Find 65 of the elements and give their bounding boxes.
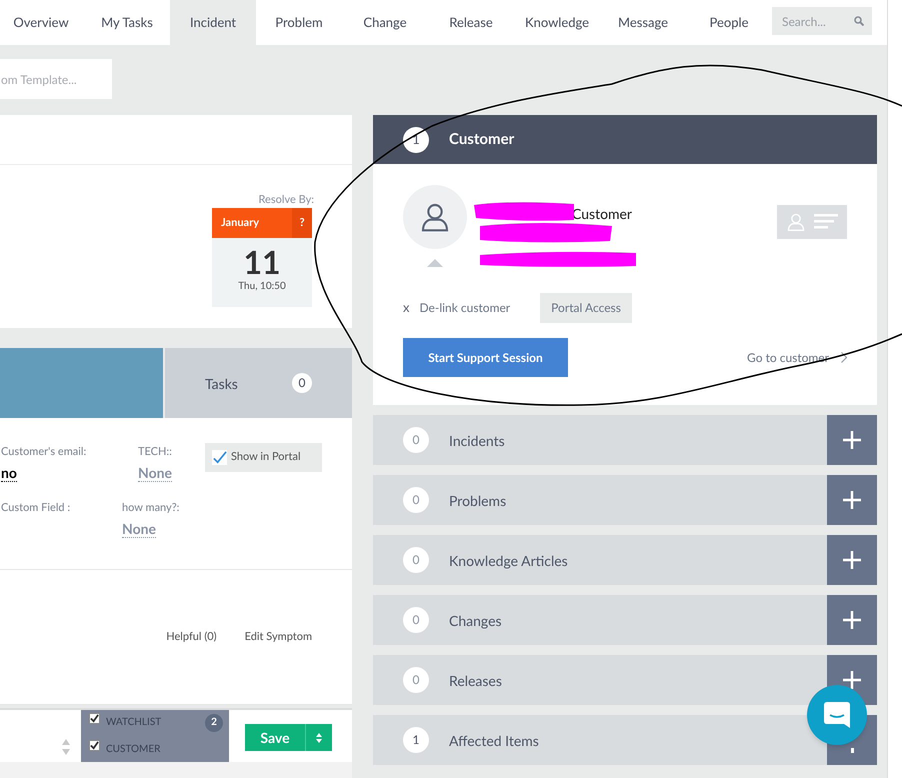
count-badge: 0 bbox=[403, 487, 429, 513]
count-badge: 0 bbox=[403, 547, 429, 573]
pointer-icon bbox=[427, 259, 443, 267]
section-title: Problems bbox=[449, 490, 506, 510]
search-field[interactable]: Search... bbox=[772, 7, 872, 35]
related-section[interactable]: 0 Knowledge Articles bbox=[373, 535, 877, 585]
symptom-link[interactable]: Edit Symptom bbox=[244, 628, 312, 646]
day-number: 11 bbox=[242, 244, 282, 280]
count-badge: 0 bbox=[292, 373, 312, 393]
field-label: TECH:: bbox=[138, 445, 173, 459]
section-title: Incidents bbox=[449, 430, 505, 450]
chat-icon bbox=[824, 702, 850, 728]
due-time: Thu, 10:50 bbox=[237, 280, 287, 292]
portal-access-button[interactable]: Portal Access bbox=[540, 293, 632, 323]
add-button[interactable] bbox=[827, 475, 877, 525]
month-label: January bbox=[220, 214, 260, 231]
chevron-right-icon bbox=[841, 352, 847, 363]
related-section[interactable]: 1 Affected Items bbox=[373, 715, 877, 765]
template-field[interactable]: om Template... bbox=[0, 59, 112, 99]
sort-icon bbox=[62, 739, 70, 755]
save-options-button[interactable] bbox=[305, 724, 332, 751]
related-section[interactable]: 0 Incidents bbox=[373, 415, 877, 465]
related-section[interactable]: 0 Changes bbox=[373, 595, 877, 645]
count-badge: 0 bbox=[403, 427, 429, 453]
count-badge: 0 bbox=[403, 607, 429, 633]
field-label: Custom Field : bbox=[1, 501, 72, 515]
count-badge: 0 bbox=[403, 667, 429, 693]
count-badge: 1 bbox=[403, 126, 429, 152]
add-button[interactable] bbox=[827, 415, 877, 465]
section-title: Changes bbox=[449, 610, 502, 630]
section-title: Affected Items bbox=[449, 730, 539, 750]
customer-name: Customer bbox=[572, 204, 632, 224]
field-value[interactable]: None bbox=[138, 465, 172, 482]
field-label: Customer's email: bbox=[1, 445, 88, 459]
person-icon bbox=[419, 201, 451, 233]
delink-link[interactable]: De-link customer bbox=[419, 299, 510, 317]
add-button[interactable] bbox=[827, 595, 877, 645]
related-section[interactable]: 0 Releases bbox=[373, 655, 877, 705]
person-icon bbox=[786, 211, 806, 233]
resolve-label: Resolve By: bbox=[258, 193, 314, 207]
field-label: how many?: bbox=[122, 501, 180, 515]
go-to-customer-link[interactable]: Go to customer bbox=[747, 348, 829, 366]
help-mark[interactable]: ? bbox=[292, 208, 312, 238]
related-section[interactable]: 0 Problems bbox=[373, 475, 877, 525]
support-session-button[interactable]: Start Support Session bbox=[403, 338, 568, 377]
count-badge: 1 bbox=[403, 727, 429, 753]
section-title: Customer bbox=[449, 129, 514, 150]
field-value[interactable]: no bbox=[1, 465, 17, 482]
portal-checkbox[interactable]: Show in Portal bbox=[205, 443, 322, 472]
caret-icon bbox=[316, 732, 322, 742]
list-checkbox[interactable] bbox=[89, 740, 100, 751]
nav-tab[interactable]: Incident bbox=[170, 0, 256, 45]
lines-icon bbox=[814, 214, 838, 230]
list-option[interactable]: WATCHLIST 2 bbox=[81, 710, 229, 735]
count-badge: 2 bbox=[205, 714, 223, 732]
check-icon bbox=[212, 449, 227, 466]
search-icon bbox=[854, 16, 864, 26]
delink-mark[interactable]: x bbox=[403, 298, 410, 318]
symptom-link[interactable]: Helpful (0) bbox=[166, 628, 217, 646]
section-title: Knowledge Articles bbox=[449, 550, 568, 570]
add-button[interactable] bbox=[827, 535, 877, 585]
list-checkbox[interactable] bbox=[89, 713, 100, 724]
section-title: Releases bbox=[449, 670, 502, 690]
tasks-tab[interactable]: Tasks 0 bbox=[165, 348, 352, 418]
field-value[interactable]: None bbox=[122, 521, 156, 538]
